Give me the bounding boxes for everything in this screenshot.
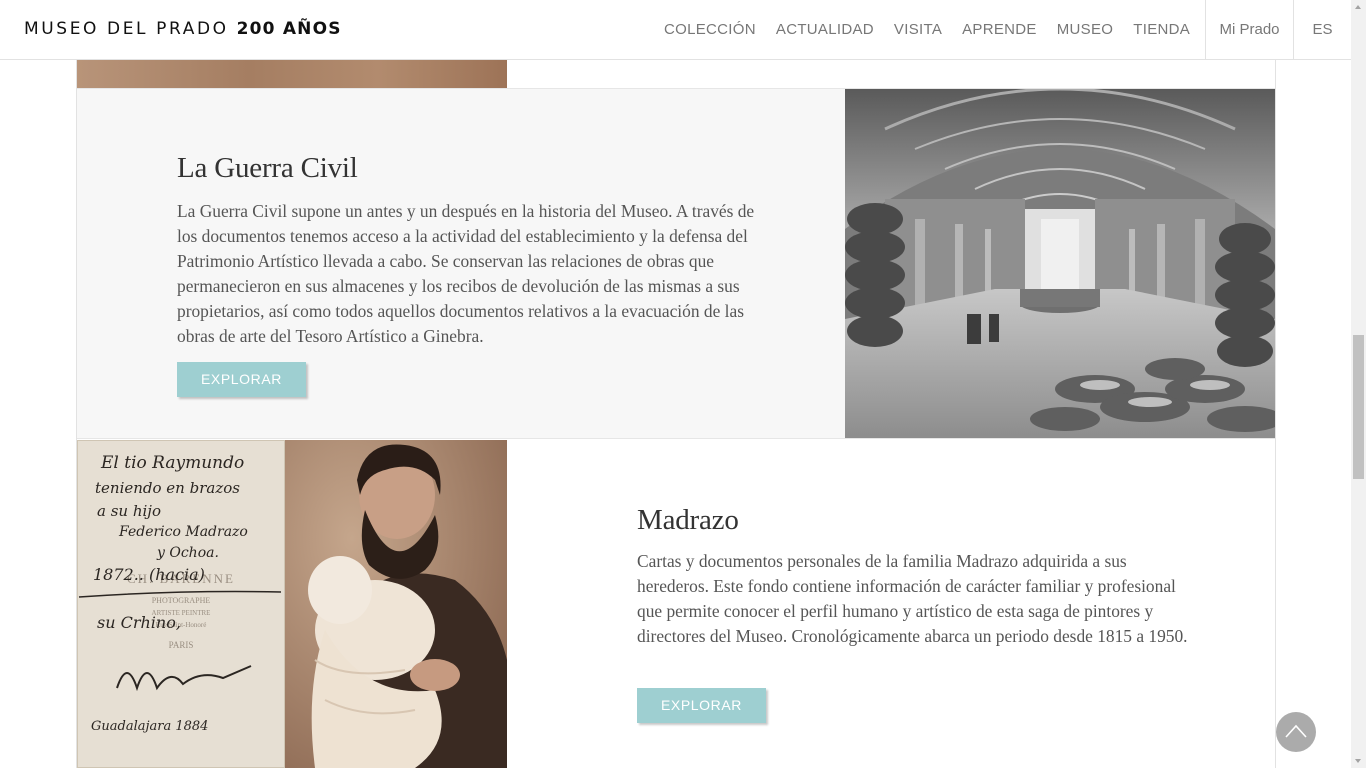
section-title-madrazo: Madrazo bbox=[637, 504, 739, 536]
stamp-line-2: PHOTOGRAPHE bbox=[152, 596, 211, 605]
scroll-down-arrow[interactable] bbox=[1351, 753, 1366, 768]
photo-madrazo-father-child bbox=[285, 440, 507, 768]
letter-line-2: teniendo en brazos bbox=[95, 479, 240, 497]
letter-line-8: Guadalajara 1884 bbox=[91, 719, 208, 734]
language-selector[interactable]: ES bbox=[1294, 0, 1351, 60]
gallery-photo-illustration bbox=[845, 89, 1275, 438]
letter-line-7: su Crhino, bbox=[97, 613, 181, 632]
logo-anniversary: 200 AÑOS bbox=[236, 19, 342, 39]
letter-line-6: 1872.. (hacia) bbox=[93, 565, 205, 584]
chevron-up-icon bbox=[1285, 724, 1307, 738]
stamp-line-5: PARIS bbox=[169, 640, 194, 650]
section-title: La Guerra Civil bbox=[177, 152, 358, 184]
mi-prado-link[interactable]: Mi Prado bbox=[1205, 0, 1294, 60]
scroll-up-arrow[interactable] bbox=[1351, 0, 1366, 15]
section-description-madrazo: Cartas y documentos personales de la fam… bbox=[637, 551, 1188, 646]
letter-line-5: y Ochoa. bbox=[156, 545, 219, 561]
main-nav: COLECCIÓN ACTUALIDAD VISITA APRENDE MUSE… bbox=[654, 0, 1200, 60]
letter-line-1: El tio Raymundo bbox=[100, 453, 244, 473]
photo-museum-gallery-sandbags bbox=[845, 89, 1275, 438]
family-photo-illustration bbox=[285, 440, 507, 768]
letter-line-4: Federico Madrazo bbox=[118, 524, 248, 540]
logo-text: MUSEO DEL PRADO bbox=[24, 19, 229, 39]
nav-aprende[interactable]: APRENDE bbox=[952, 0, 1047, 60]
photo-letter-reverse: CH. BARENNE PHOTOGRAPHE ARTISTE PEINTRE … bbox=[77, 440, 285, 768]
nav-actualidad[interactable]: ACTUALIDAD bbox=[766, 0, 884, 60]
section-description: La Guerra Civil supone un antes y un des… bbox=[177, 201, 755, 346]
explore-button-madrazo[interactable]: EXPLORAR bbox=[637, 688, 766, 723]
letter-line-3: a su hijo bbox=[97, 502, 161, 520]
nav-tienda[interactable]: TIENDA bbox=[1123, 0, 1200, 60]
page-scrollbar[interactable] bbox=[1351, 0, 1366, 768]
previous-section-photo bbox=[77, 60, 507, 88]
scroll-thumb[interactable] bbox=[1353, 335, 1364, 479]
nav-museo[interactable]: MUSEO bbox=[1047, 0, 1124, 60]
scroll-to-top-button[interactable] bbox=[1276, 712, 1316, 752]
site-logo[interactable]: MUSEO DEL PRADO 200 AÑOS bbox=[24, 19, 342, 39]
nav-coleccion[interactable]: COLECCIÓN bbox=[654, 0, 766, 60]
letter-photo-illustration: CH. BARENNE PHOTOGRAPHE ARTISTE PEINTRE … bbox=[77, 440, 285, 768]
site-header: MUSEO DEL PRADO 200 AÑOS COLECCIÓN ACTUA… bbox=[0, 0, 1351, 60]
nav-visita[interactable]: VISITA bbox=[884, 0, 952, 60]
explore-button[interactable]: EXPLORAR bbox=[177, 362, 306, 397]
